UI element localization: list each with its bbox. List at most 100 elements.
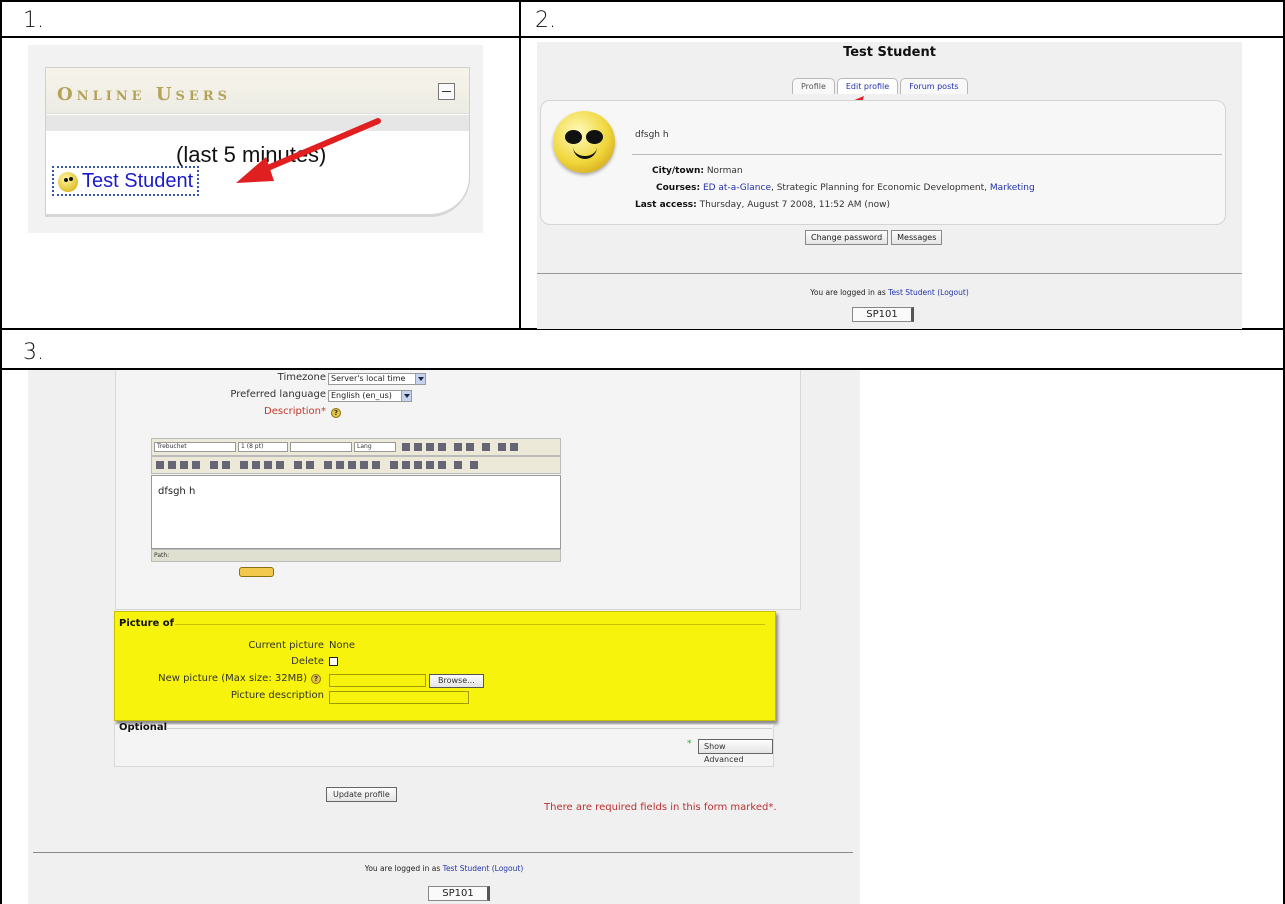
html-source-icon[interactable] (454, 461, 462, 469)
clean-icon[interactable] (482, 443, 490, 451)
online-user-name: Test Student (82, 170, 194, 192)
subscript-icon[interactable] (454, 443, 462, 451)
tab-profile[interactable]: Profile (792, 78, 835, 94)
course-home-button[interactable]: SP101 (852, 307, 914, 322)
timezone-select[interactable]: Server's local time (328, 373, 426, 385)
align-right-icon[interactable] (180, 461, 188, 469)
help-icon[interactable]: ? (331, 408, 341, 418)
block-title: Online Users (57, 84, 232, 105)
picture-description-input[interactable] (329, 691, 469, 704)
column-divider (519, 0, 521, 330)
profile-title: Test Student (843, 45, 936, 60)
messages-button[interactable]: Messages (891, 230, 943, 245)
new-picture-file-input[interactable] (329, 674, 426, 687)
language-value: English (en_us) (331, 391, 392, 400)
link-icon[interactable] (348, 461, 356, 469)
tutorial-sheet: 1. 2. 3. Online Users (last 5 minutes) T… (0, 0, 1285, 904)
fullscreen-icon[interactable] (470, 461, 478, 469)
user-avatar-icon (58, 172, 78, 192)
align-left-icon[interactable] (156, 461, 164, 469)
horizontal-rule-icon[interactable] (324, 461, 332, 469)
undo-icon[interactable] (498, 443, 506, 451)
city-label: City/town: (652, 166, 704, 176)
language-select[interactable]: English (en_us) (328, 390, 412, 402)
superscript-icon[interactable] (466, 443, 474, 451)
courses-label: Courses: (656, 183, 701, 193)
picture-section: Picture of Current picture None Delete N… (114, 611, 776, 721)
login-info: You are logged in as Test Student (Logou… (537, 288, 1242, 297)
special-char-icon[interactable] (426, 461, 434, 469)
logged-user-link[interactable]: Test Student (443, 864, 490, 873)
editor-textarea[interactable]: dfsgh h (151, 475, 561, 549)
editor-content: dfsgh h (158, 486, 196, 497)
chevron-down-icon (415, 374, 425, 384)
course-link[interactable]: ED at-a-Glance (703, 183, 771, 193)
course-home-button[interactable]: SP101 (428, 886, 490, 901)
logged-user-link[interactable]: Test Student (888, 288, 935, 297)
login-info-text: You are logged in as (810, 288, 889, 297)
block-header: Online Users (46, 68, 469, 114)
profile-description: dfsgh h (635, 130, 669, 140)
screenshot-online-users: Online Users (last 5 minutes) Test Stude… (28, 45, 483, 233)
city-value: Norman (706, 166, 743, 176)
bold-icon[interactable] (402, 443, 410, 451)
delete-label: Delete (291, 656, 324, 667)
red-arrow-icon (236, 118, 381, 183)
align-center-icon[interactable] (168, 461, 176, 469)
online-user-link[interactable]: Test Student (52, 166, 200, 196)
text-color-icon[interactable] (294, 461, 302, 469)
course-text: , Strategic Planning for Economic Develo… (770, 183, 990, 193)
unlink-icon[interactable] (360, 461, 368, 469)
logout-link[interactable]: (Logout) (492, 864, 524, 873)
table-icon[interactable] (402, 461, 410, 469)
logout-link[interactable]: (Logout) (937, 288, 969, 297)
editor-help-button[interactable] (239, 567, 274, 577)
indent-icon[interactable] (276, 461, 284, 469)
footer-divider (537, 273, 1242, 274)
anchor-icon[interactable] (336, 461, 344, 469)
city-row: City/town: Norman (652, 166, 743, 176)
lang-select[interactable]: Lang (354, 442, 396, 452)
chevron-down-icon (401, 391, 411, 401)
help-icon[interactable]: ? (311, 674, 321, 684)
outdent-icon[interactable] (264, 461, 272, 469)
strikethrough-icon[interactable] (438, 443, 446, 451)
redo-icon[interactable] (510, 443, 518, 451)
divider (632, 154, 1222, 155)
language-label: Preferred language (230, 389, 326, 400)
timezone-value: Server's local time (331, 374, 406, 383)
search-replace-icon[interactable] (438, 461, 446, 469)
smiley-icon[interactable] (414, 461, 422, 469)
nolink-icon[interactable] (372, 461, 380, 469)
html-editor: Trebuchet 1 (8 pt) Lang dfsgh h Path: (151, 438, 561, 562)
size-select[interactable]: 1 (8 pt) (238, 442, 288, 452)
font-select[interactable]: Trebuchet (154, 442, 236, 452)
update-profile-button[interactable]: Update profile (326, 787, 397, 802)
current-picture-label: Current picture (248, 640, 324, 651)
last-access-label: Last access: (635, 200, 697, 210)
delete-checkbox[interactable] (329, 657, 338, 666)
underline-icon[interactable] (426, 443, 434, 451)
italic-icon[interactable] (414, 443, 422, 451)
rtl-icon[interactable] (222, 461, 230, 469)
screenshot-edit-profile: Timezone Server's local time Preferred l… (28, 370, 860, 904)
background-color-icon[interactable] (306, 461, 314, 469)
course-link[interactable]: Marketing (990, 183, 1035, 193)
advanced-marker: * (687, 739, 692, 749)
last-access-row: Last access: Thursday, August 7 2008, 11… (635, 200, 890, 210)
optional-section: Optional * Show Advanced (114, 722, 774, 767)
browse-button[interactable]: Browse... (429, 674, 484, 688)
ltr-icon[interactable] (210, 461, 218, 469)
required-fields-note: There are required fields in this form m… (544, 802, 777, 813)
collapse-icon[interactable] (438, 83, 455, 100)
step-number: 2. (535, 8, 556, 33)
image-icon[interactable] (390, 461, 398, 469)
editor-toolbar (151, 456, 561, 474)
justify-icon[interactable] (192, 461, 200, 469)
format-select[interactable] (290, 442, 352, 452)
tab-forum-posts[interactable]: Forum posts (900, 78, 968, 94)
ordered-list-icon[interactable] (240, 461, 248, 469)
change-password-button[interactable]: Change password (805, 230, 889, 245)
unordered-list-icon[interactable] (252, 461, 260, 469)
show-advanced-button[interactable]: Show Advanced (698, 739, 773, 764)
